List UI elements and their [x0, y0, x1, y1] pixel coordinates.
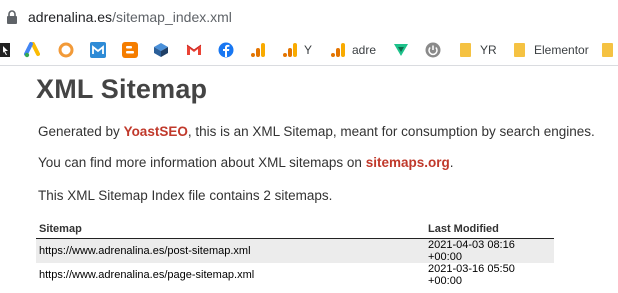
- folder-icon: [512, 42, 528, 58]
- sitemap-link[interactable]: https://www.adrenalina.es/page-sitemap.x…: [36, 263, 425, 287]
- intro-prefix: Generated by: [38, 124, 124, 139]
- bookmark-folder-yr[interactable]: YR: [458, 41, 497, 59]
- column-header-last-modified: Last Modified: [425, 221, 554, 239]
- bookmark-analytics-1[interactable]: [250, 41, 266, 59]
- info-icon[interactable]: [5, 9, 19, 25]
- last-modified-cell: 2021-04-03 08:16 +00:00: [425, 238, 554, 263]
- bookmark-folder-more[interactable]: [600, 41, 616, 59]
- url-host: adrenalina.es: [28, 9, 113, 25]
- bookmark-label: Y: [304, 43, 313, 57]
- intro-suffix: , this is an XML Sitemap, meant for cons…: [187, 124, 595, 139]
- cube-icon: [153, 42, 169, 58]
- last-modified-cell: 2021-03-16 05:50 +00:00: [428, 262, 515, 287]
- bookmark-analytics-adre[interactable]: adre: [330, 41, 376, 59]
- analytics-icon: [282, 42, 298, 58]
- url-text[interactable]: adrenalina.es/sitemap_index.xml: [28, 9, 232, 25]
- vee-icon: [393, 42, 409, 58]
- table-row: https://www.adrenalina.es/post-sitemap.x…: [36, 238, 554, 263]
- info-prefix: You can find more information about XML …: [38, 155, 366, 170]
- analytics-icon: [250, 42, 266, 58]
- bookmark-cursor[interactable]: [0, 41, 16, 59]
- bookmark-gmail[interactable]: [186, 41, 202, 59]
- bookmark-analytics-y[interactable]: Y: [282, 41, 312, 59]
- bookmark-google-ads[interactable]: [24, 41, 40, 59]
- folder-icon: [458, 42, 474, 58]
- sitemaps-org-link[interactable]: sitemaps.org: [366, 155, 450, 170]
- folder-icon: [600, 42, 616, 58]
- bookmark-ring[interactable]: [58, 41, 74, 59]
- bookmark-facebook[interactable]: [218, 41, 234, 59]
- bookmark-label: YR: [480, 43, 497, 57]
- sitemap-url[interactable]: https://www.adrenalina.es/page-sitemap.x…: [39, 269, 254, 281]
- table-header-row: Sitemap Last Modified: [36, 221, 554, 239]
- gmail-icon: [186, 42, 202, 58]
- orange-ring-icon: [58, 42, 74, 58]
- table-row: https://www.adrenalina.es/page-sitemap.x…: [36, 263, 554, 287]
- sitemap-url[interactable]: https://www.adrenalina.es/post-sitemap.x…: [39, 245, 251, 257]
- address-bar[interactable]: adrenalina.es/sitemap_index.xml: [0, 0, 618, 34]
- summary-text: This XML Sitemap Index file contains 2 s…: [38, 188, 333, 203]
- blogger-icon: [122, 42, 138, 58]
- bookmark-power[interactable]: [425, 41, 441, 59]
- analytics-icon: [330, 42, 346, 58]
- column-header-sitemap: Sitemap: [36, 221, 425, 239]
- power-icon: [425, 42, 441, 58]
- sitemap-table: Sitemap Last Modified https://www.adrena…: [36, 221, 554, 287]
- mailchimp-icon: [90, 42, 106, 58]
- intro-paragraph: Generated by YoastSEO, this is an XML Si…: [38, 124, 595, 139]
- bookmark-vee[interactable]: [393, 41, 409, 59]
- sitemap-link[interactable]: https://www.adrenalina.es/post-sitemap.x…: [36, 238, 425, 263]
- bookmark-mailchimp[interactable]: [90, 41, 106, 59]
- google-ads-icon: [24, 42, 40, 58]
- info-paragraph: You can find more information about XML …: [38, 155, 453, 170]
- bookmark-label: adre: [352, 43, 377, 57]
- yoastseo-link[interactable]: YoastSEO: [124, 124, 188, 139]
- bookmarks-bar: Y adre YR Elementor: [0, 34, 618, 66]
- bookmark-blogger[interactable]: [122, 41, 138, 59]
- cursor-icon: [0, 42, 16, 58]
- bookmark-cube[interactable]: [153, 41, 169, 59]
- page-title: XML Sitemap: [36, 74, 208, 104]
- info-suffix: .: [449, 155, 454, 170]
- facebook-icon: [218, 42, 234, 58]
- bookmark-label: Elementor: [534, 43, 589, 57]
- bookmark-folder-elementor[interactable]: Elementor: [512, 41, 589, 59]
- url-path: /sitemap_index.xml: [112, 9, 232, 25]
